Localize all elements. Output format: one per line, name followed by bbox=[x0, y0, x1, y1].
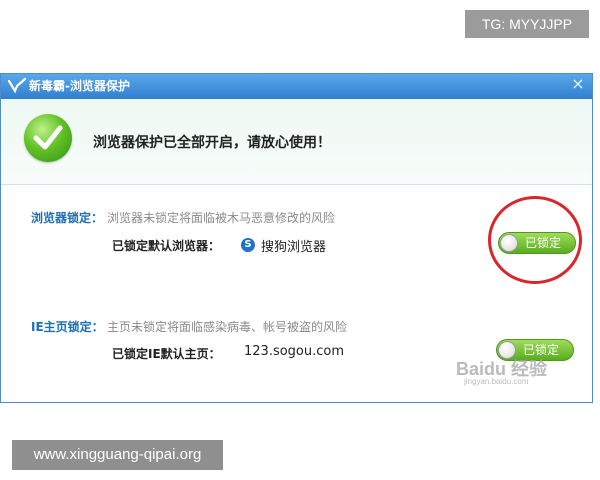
homepage-lock-description: 主页未锁定将面临感染病毒、帐号被盗的风险 bbox=[107, 320, 348, 334]
browser-lock-title: 浏览器锁定： bbox=[31, 211, 104, 225]
protection-status-message: 浏览器保护已全部开启，请放心使用！ bbox=[93, 135, 331, 151]
homepage-lock-title: IE主页锁定： bbox=[31, 320, 104, 334]
red-highlight-circle bbox=[488, 196, 582, 284]
baidu-url-text: jingyan.baidu.com bbox=[464, 377, 529, 386]
status-header: 浏览器保护已全部开启，请放心使用！ bbox=[1, 99, 592, 185]
window-title: 新毒霸-浏览器保护 bbox=[29, 79, 130, 93]
default-browser-label: 已锁定默认浏览器： bbox=[112, 239, 221, 253]
baidu-logo-text: Baidu 经验 bbox=[456, 359, 548, 379]
default-homepage-value: 123.sogou.com bbox=[244, 344, 345, 359]
title-bar[interactable]: 新毒霸-浏览器保护 × bbox=[1, 74, 592, 99]
close-icon[interactable]: × bbox=[570, 74, 586, 96]
default-homepage-label: 已锁定IE默认主页： bbox=[112, 347, 221, 361]
check-icon bbox=[24, 114, 72, 162]
default-browser-value: 搜狗浏览器 bbox=[261, 240, 327, 255]
browser-lock-description: 浏览器未锁定将面临被木马恶意修改的风险 bbox=[107, 211, 336, 225]
baidu-watermark: Baidu 经验 jingyan.baidu.com bbox=[456, 355, 576, 387]
jinshan-duba-logo-icon bbox=[7, 77, 27, 95]
top-watermark: TG: MYYJJPP bbox=[465, 10, 589, 38]
bottom-watermark: www.xingguang-qipai.org bbox=[12, 440, 223, 470]
sogou-browser-icon: S bbox=[241, 238, 255, 252]
